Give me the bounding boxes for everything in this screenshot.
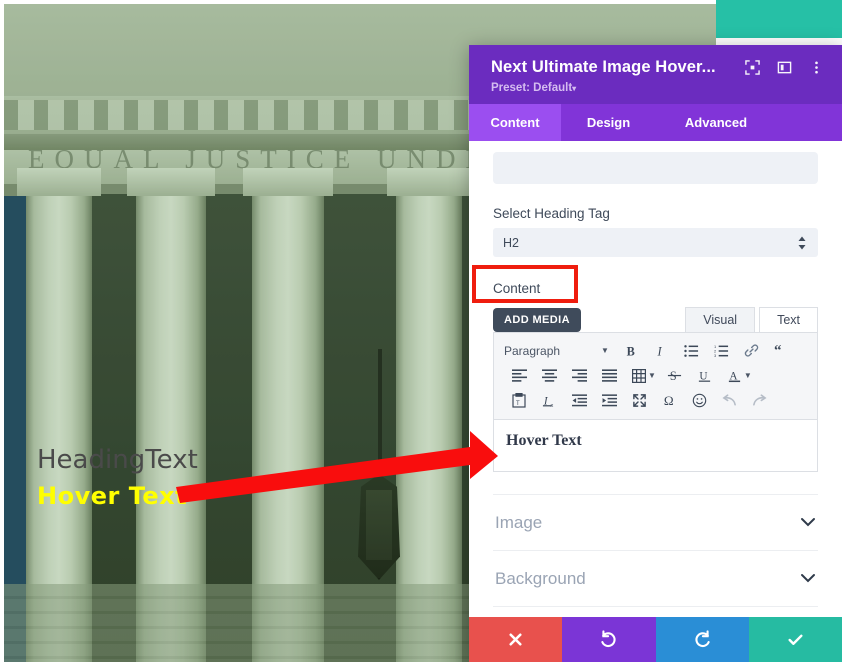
chevron-down-icon[interactable]: ▼ [744,371,752,380]
panel-tabs: Content Design Advanced [469,104,842,141]
heading-tag-label: Select Heading Tag [493,206,610,221]
editor-toolbar: Paragraph ▼ B I 1 2 3 “ ▼ U A ▼ T I x Ω [493,332,818,420]
preset-label: Preset: Default [491,82,573,94]
editor-tab-text[interactable]: Text [759,307,818,332]
tab-content[interactable]: Content [469,104,561,141]
special-character-icon[interactable]: Ω [654,389,684,413]
accordion-list: Image Background [493,494,818,607]
editor-body-text: Hover Text [506,432,582,449]
outdent-icon[interactable] [564,389,594,413]
bold-icon[interactable]: B [616,339,646,363]
overflow-menu-icon[interactable] [809,60,824,75]
toolbar-row-1: Paragraph ▼ B I 1 2 3 “ [504,338,807,363]
format-select[interactable]: Paragraph [504,339,594,363]
add-media-button[interactable]: ADD MEDIA [493,308,581,332]
align-justify-icon[interactable] [594,364,624,388]
fullscreen-icon[interactable] [624,389,654,413]
paste-as-text-icon[interactable]: T [504,389,534,413]
screenshot-root: EQUAL JUSTICE UNDER LAW HeadingText Hove… [0,0,842,662]
undo-button[interactable] [562,617,656,662]
toolbar-row-2: ▼ S U [504,363,807,388]
emoji-icon[interactable] [684,389,714,413]
select-stepper-icon [798,236,806,249]
accordion-background[interactable]: Background [493,551,818,607]
bulleted-list-icon[interactable] [676,339,706,363]
accordion-image[interactable]: Image [493,495,818,551]
layout-panel-icon[interactable] [777,60,792,75]
annotation-arrow [176,431,498,503]
svg-text:U: U [700,370,708,382]
preset-selector[interactable]: Preset: Default▾ [491,82,826,94]
toolbar-row-3: T I x Ω [504,388,807,413]
format-select-value: Paragraph [504,343,561,358]
wysiwyg-editor: ADD MEDIA Visual Text Paragraph ▼ B I 1 … [493,304,818,472]
heading-tag-value: H2 [503,235,519,250]
chevron-down-icon[interactable]: ▼ [594,346,616,355]
link-icon[interactable] [736,339,766,363]
svg-text:A: A [730,370,739,382]
focus-target-icon[interactable] [745,60,760,75]
undo-icon[interactable] [714,389,744,413]
accordion-background-label: Background [495,568,586,588]
svg-text:“: “ [774,344,782,358]
tab-design[interactable]: Design [561,104,656,141]
accordion-image-label: Image [495,512,543,532]
save-button[interactable] [748,617,842,662]
panel-header: Next Ultimate Image Hover... Preset: Def… [469,45,842,104]
chevron-down-icon[interactable]: ▼ [648,371,656,380]
tab-advanced[interactable]: Advanced [656,104,776,141]
svg-text:Ω: Ω [663,393,673,408]
blockquote-icon[interactable]: “ [766,339,796,363]
chevron-down-icon [800,514,816,532]
blank-text-input[interactable] [493,152,818,184]
panel-action-bar [469,617,842,662]
redo-button[interactable] [655,617,749,662]
svg-text:x: x [550,403,553,408]
panel-title: Next Ultimate Image Hover... [491,58,716,76]
strikethrough-icon[interactable]: S [660,364,690,388]
italic-icon[interactable]: I [646,339,676,363]
editor-content-area[interactable]: Hover Text [493,420,818,472]
chevron-down-icon: ▾ [572,84,577,93]
align-center-icon[interactable] [534,364,564,388]
overlay-hover-text: Hover Text [37,482,188,510]
svg-text:B: B [627,344,635,358]
indent-icon[interactable] [594,389,624,413]
close-button[interactable] [469,617,563,662]
heading-tag-select[interactable]: H2 [493,228,818,257]
svg-text:I: I [657,344,663,358]
align-right-icon[interactable] [564,364,594,388]
numbered-list-icon[interactable]: 1 2 3 [706,339,736,363]
clear-formatting-icon[interactable]: I x [534,389,564,413]
teal-accent-block [716,0,842,38]
chevron-down-icon [800,570,816,588]
underline-icon[interactable]: U [690,364,720,388]
editor-tab-visual[interactable]: Visual [685,307,756,332]
align-left-icon[interactable] [504,364,534,388]
redo-icon[interactable] [744,389,774,413]
svg-text:T: T [516,401,520,407]
panel-body: Select Heading Tag H2 Content ADD MEDIA [469,141,842,617]
module-settings-panel: Next Ultimate Image Hover... Preset: Def… [469,45,842,662]
annotation-highlight-box [472,265,578,303]
svg-text:3: 3 [714,353,717,358]
